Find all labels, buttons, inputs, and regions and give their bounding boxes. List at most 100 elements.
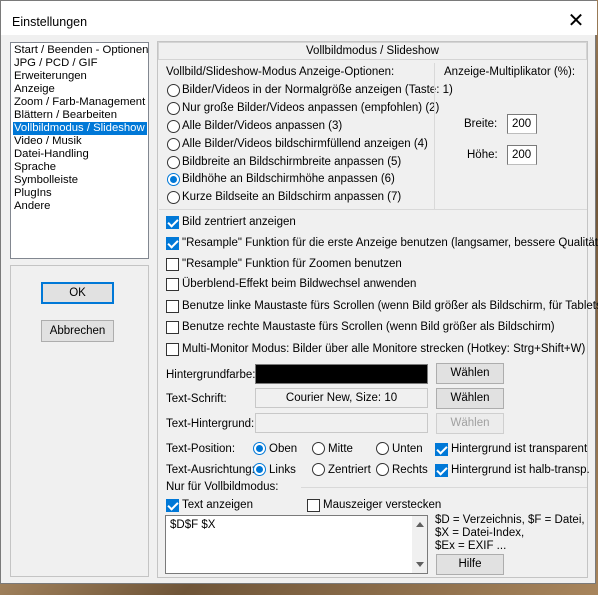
position-top-label[interactable]: Oben [269,442,297,456]
multiplier-label: Anzeige-Multiplikator (%): [444,66,576,78]
mode-radio-4-label[interactable]: Alle Bilder/Videos bildschirmfüllend anz… [182,137,428,151]
category-item-toolbar[interactable]: Symbolleiste [13,174,147,187]
mode-radio-7-label[interactable]: Kurze Bildseite an Bildschirm anpassen (… [182,190,401,204]
show-text-checkbox[interactable] [166,499,179,512]
choose-text-background-button[interactable]: Wählen [436,413,504,434]
position-bottom-label[interactable]: Unten [392,442,423,456]
fullscreen-only-label: Nur für Vollbildmodus: [166,481,279,493]
panel-heading: Vollbildmodus / Slideshow [158,42,587,60]
category-item-display[interactable]: Anzeige [13,83,147,96]
align-right-label[interactable]: Rechts [392,463,428,477]
right-mouse-scroll-checkbox[interactable] [166,321,179,334]
mode-radio-1-label[interactable]: Bilder/Videos in der Normalgröße anzeige… [182,83,453,97]
align-center-label[interactable]: Zentriert [328,463,371,477]
position-bottom-radio[interactable] [376,442,389,455]
mode-radio-6[interactable] [167,173,180,186]
align-left-label[interactable]: Links [269,463,296,477]
category-item-video[interactable]: Video / Musik [13,135,147,148]
align-right-radio[interactable] [376,463,389,476]
text-background-swatch [255,413,428,433]
category-item-jpg[interactable]: JPG / PCD / GIF [13,57,147,70]
hide-cursor-label[interactable]: Mauszeiger verstecken [323,498,441,512]
bg-semi-transparent-label[interactable]: Hintergrund ist halb-transp. [451,463,590,477]
window-title: Einstellungen [12,15,88,29]
text-background-label: Text-Hintergrund: [166,418,255,430]
category-item-file-handling[interactable]: Datei-Handling [13,148,147,161]
fullscreen-group-divider [301,487,587,488]
scroll-down-icon[interactable] [416,562,424,567]
height-label: Höhe: [467,149,498,161]
close-icon: ✕ [567,10,585,32]
bg-transparent-label[interactable]: Hintergrund ist transparent [451,442,587,456]
position-top-radio[interactable] [253,442,266,455]
overlay-text-area[interactable]: $D$F $X [165,515,428,574]
mode-radio-6-label[interactable]: Bildhöhe an Bildschirmhöhe anpassen (6) [182,172,395,186]
left-mouse-scroll-checkbox[interactable] [166,300,179,313]
left-mouse-scroll-label[interactable]: Benutze linke Maustaste fürs Scrollen (w… [182,299,598,313]
multi-monitor-label[interactable]: Multi-Monitor Modus: Bilder über alle Mo… [182,342,585,356]
resample-zoom-checkbox[interactable] [166,258,179,271]
mode-radio-2-label[interactable]: Nur große Bilder/Videos anpassen (empfoh… [182,101,439,115]
mode-radio-4[interactable] [167,138,180,151]
close-button[interactable]: ✕ [563,9,589,33]
resample-first-label[interactable]: "Resample" Funktion für die erste Anzeig… [182,236,598,250]
center-image-label[interactable]: Bild zentriert anzeigen [182,215,296,229]
resample-zoom-label[interactable]: "Resample" Funktion für Zoomen benutzen [182,257,402,271]
width-input[interactable]: 200 [507,114,537,134]
right-mouse-scroll-label[interactable]: Benutze rechte Maustaste fürs Scrollen (… [182,320,555,334]
help-button[interactable]: Hilfe [436,554,504,575]
width-label: Breite: [464,118,498,130]
category-item-plugins[interactable]: PlugIns [13,187,147,200]
help-line-1: $D = Verzeichnis, $F = Datei, [435,514,585,526]
choose-font-button[interactable]: Wählen [436,388,504,409]
text-area-scrollbar[interactable] [412,516,427,573]
text-alignment-label: Text-Ausrichtung: [166,464,255,476]
help-line-3: $Ex = EXIF ... [435,540,507,552]
bg-transparent-checkbox[interactable] [435,443,448,456]
button-box: OK Abbrechen [10,265,149,577]
category-item-start[interactable]: Start / Beenden - Optionen [13,44,148,57]
category-item-browse[interactable]: Blättern / Bearbeiten [13,109,147,122]
mode-radio-3-label[interactable]: Alle Bilder/Videos anpassen (3) [182,119,342,133]
mode-radio-2[interactable] [167,102,180,115]
resample-first-checkbox[interactable] [166,237,179,250]
mode-radio-1[interactable] [167,84,180,97]
show-text-label[interactable]: Text anzeigen [182,498,253,512]
choose-background-button[interactable]: Wählen [436,363,504,384]
text-position-label: Text-Position: [166,443,236,455]
help-line-2: $X = Datei-Index, [435,527,525,539]
settings-dialog: Einstellungen ✕ Start / Beenden - Option… [0,0,598,584]
section-divider [159,209,587,210]
position-middle-radio[interactable] [312,442,325,455]
cancel-button[interactable]: Abbrechen [41,320,114,342]
mode-radio-5-label[interactable]: Bildbreite an Bildschirmbreite anpassen … [182,155,401,169]
height-input[interactable]: 200 [507,145,537,165]
mode-radio-7[interactable] [167,191,180,204]
group-divider [434,63,435,209]
center-image-checkbox[interactable] [166,216,179,229]
blend-effect-checkbox[interactable] [166,278,179,291]
category-item-other[interactable]: Andere [13,200,147,213]
background-color-label: Hintergrundfarbe: [166,369,256,381]
category-list[interactable]: Start / Beenden - Optionen JPG / PCD / G… [10,42,149,259]
mode-radio-3[interactable] [167,120,180,133]
category-item-extensions[interactable]: Erweiterungen [13,70,147,83]
scroll-up-icon[interactable] [416,522,424,527]
text-font-label: Text-Schrift: [166,393,227,405]
category-item-fullscreen[interactable]: Vollbildmodus / Slideshow [13,122,147,135]
title-bar: Einstellungen ✕ [1,1,597,35]
mode-group-label: Vollbild/Slideshow-Modus Anzeige-Optione… [166,66,395,78]
blend-effect-label[interactable]: Überblend-Effekt beim Bildwechsel anwend… [182,277,416,291]
bg-semi-transparent-checkbox[interactable] [435,464,448,477]
align-left-radio[interactable] [253,463,266,476]
category-item-language[interactable]: Sprache [13,161,147,174]
category-item-zoom[interactable]: Zoom / Farb-Management [13,96,147,109]
position-middle-label[interactable]: Mitte [328,442,353,456]
overlay-text-value: $D$F $X [170,519,216,531]
text-font-value: Courier New, Size: 10 [255,388,428,408]
align-center-radio[interactable] [312,463,325,476]
multi-monitor-checkbox[interactable] [166,343,179,356]
hide-cursor-checkbox[interactable] [307,499,320,512]
mode-radio-5[interactable] [167,156,180,169]
ok-button[interactable]: OK [41,282,114,304]
